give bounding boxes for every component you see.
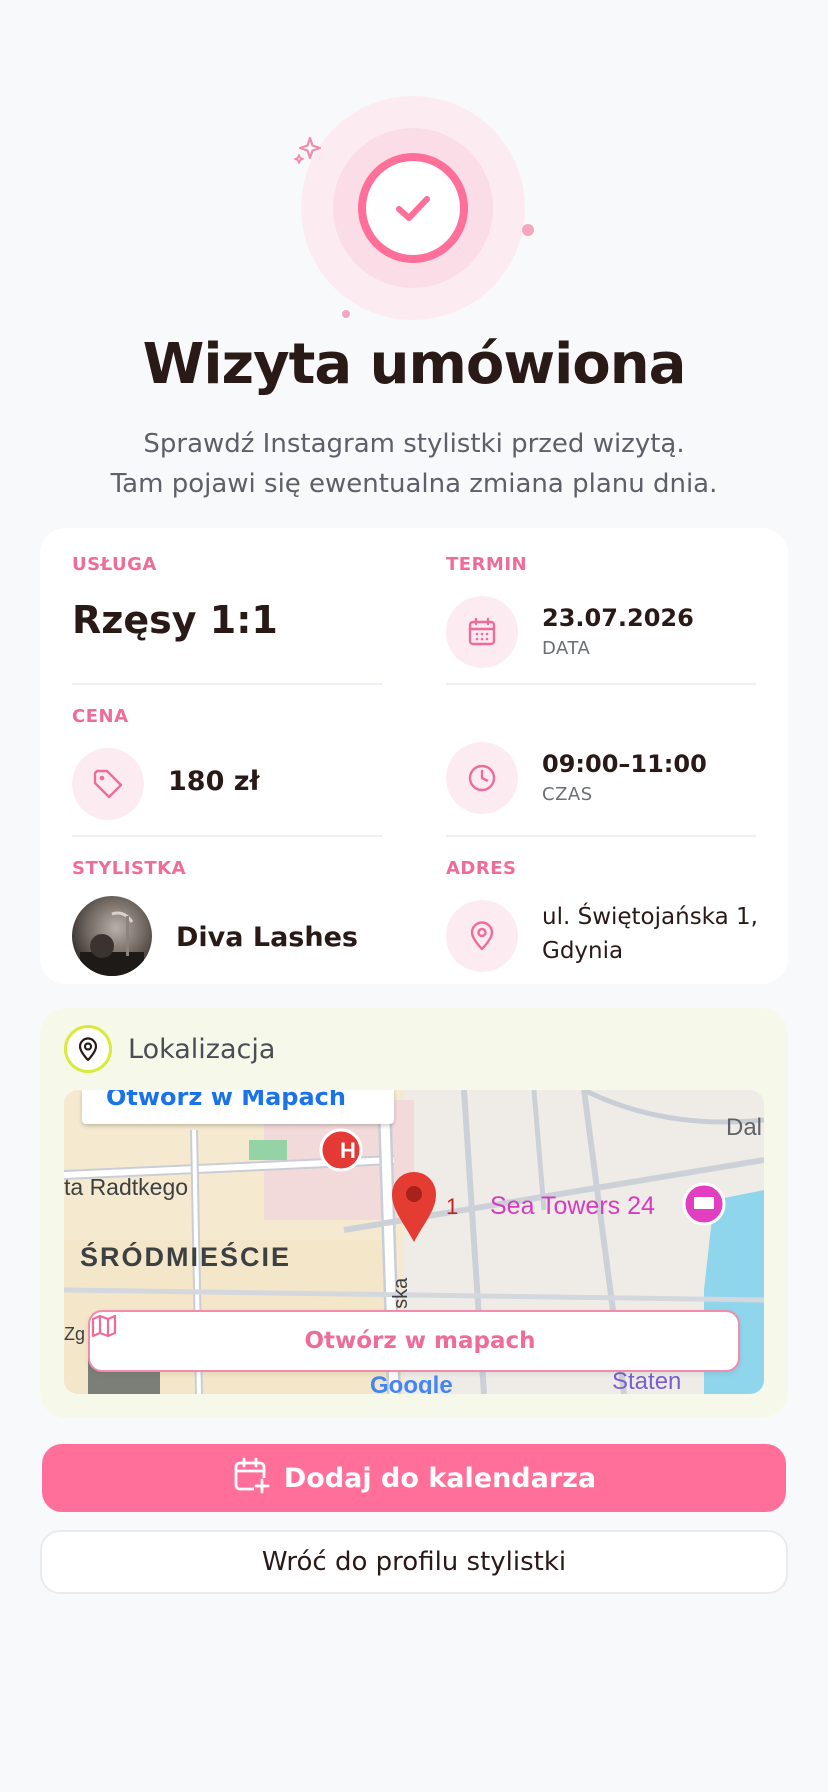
- page-subtitle: Sprawdź Instagram stylistki przed wizytą…: [0, 424, 828, 504]
- map-corner-label: Dal: [726, 1114, 763, 1141]
- subtitle-line-2: Tam pojawi się ewentualna zmiana planu d…: [110, 469, 718, 499]
- map-embed[interactable]: Otwórz w Mapach H ta Radtkego ŚRÓDMIEŚCI…: [64, 1090, 764, 1394]
- check-icon: [358, 153, 468, 263]
- map-pin-number: 1: [446, 1194, 459, 1219]
- time-value: 09:00–11:00: [542, 750, 707, 778]
- divider: [446, 683, 756, 685]
- add-to-calendar-button[interactable]: Dodaj do kalendarza: [42, 1444, 786, 1512]
- add-to-calendar-label: Dodaj do kalendarza: [283, 1462, 597, 1494]
- booking-details-card: USŁUGA Rzęsy 1:1 CENA 180 zł STYLISTKA D…: [40, 528, 788, 984]
- back-to-profile-label: Wróć do profilu stylistki: [261, 1547, 567, 1577]
- map-pin-icon: [64, 1025, 112, 1073]
- map-street-label: ta Radtkego: [64, 1174, 189, 1200]
- decor-dot: [522, 224, 534, 236]
- stylist-name[interactable]: Diva Lashes: [176, 922, 358, 953]
- address-value: ul. Świętojańska 1, Gdynia: [542, 900, 772, 968]
- sparkle-icon: [292, 134, 324, 166]
- google-logo: Google: [370, 1372, 453, 1394]
- price-label: CENA: [72, 706, 129, 727]
- service-value: Rzęsy 1:1: [72, 598, 278, 642]
- date-caption: DATA: [542, 638, 591, 659]
- map-poi-label: Sea Towers 24: [490, 1192, 655, 1220]
- time-caption: CZAS: [542, 784, 593, 805]
- decor-dot: [342, 310, 350, 318]
- calendar-icon: [446, 596, 518, 668]
- address-line-2: Gdynia: [542, 938, 624, 964]
- location-pin-icon: [446, 900, 518, 972]
- date-value: 23.07.2026: [542, 604, 694, 632]
- divider: [72, 835, 382, 837]
- stylist-label: STYLISTKA: [72, 858, 187, 879]
- price-value: 180 zł: [168, 766, 260, 797]
- calendar-add-icon: [232, 1456, 270, 1501]
- map-open-link[interactable]: Otwórz w Mapach: [82, 1090, 394, 1124]
- map-district-label: ŚRÓDMIEŚCIE: [80, 1242, 292, 1272]
- location-title: Lokalizacja: [128, 1034, 276, 1065]
- back-to-profile-button[interactable]: Wróć do profilu stylistki: [40, 1530, 788, 1594]
- page-title: Wizyta umówiona: [142, 332, 687, 397]
- map-edge-label: Zg: [64, 1324, 86, 1344]
- subtitle-line-1: Sprawdź Instagram stylistki przed wizytą…: [143, 429, 685, 459]
- location-card: Lokalizacja Otwórz w Mapach H ta Radtkeg…: [40, 1008, 788, 1418]
- term-label: TERMIN: [446, 554, 528, 575]
- map-open-link-text[interactable]: Otwórz w Mapach: [106, 1090, 346, 1111]
- service-label: USŁUGA: [72, 554, 157, 575]
- address-line-1: ul. Świętojańska 1,: [542, 904, 758, 930]
- open-in-maps-label: Otwórz w mapach: [304, 1328, 536, 1354]
- hospital-marker-label: H: [340, 1138, 356, 1163]
- divider: [72, 683, 382, 685]
- open-in-maps-button[interactable]: Otwórz w mapach: [88, 1310, 740, 1372]
- price-tag-icon: [72, 748, 144, 820]
- divider: [446, 835, 756, 837]
- clock-icon: [446, 742, 518, 814]
- avatar[interactable]: [72, 896, 152, 976]
- address-label: ADRES: [446, 858, 517, 879]
